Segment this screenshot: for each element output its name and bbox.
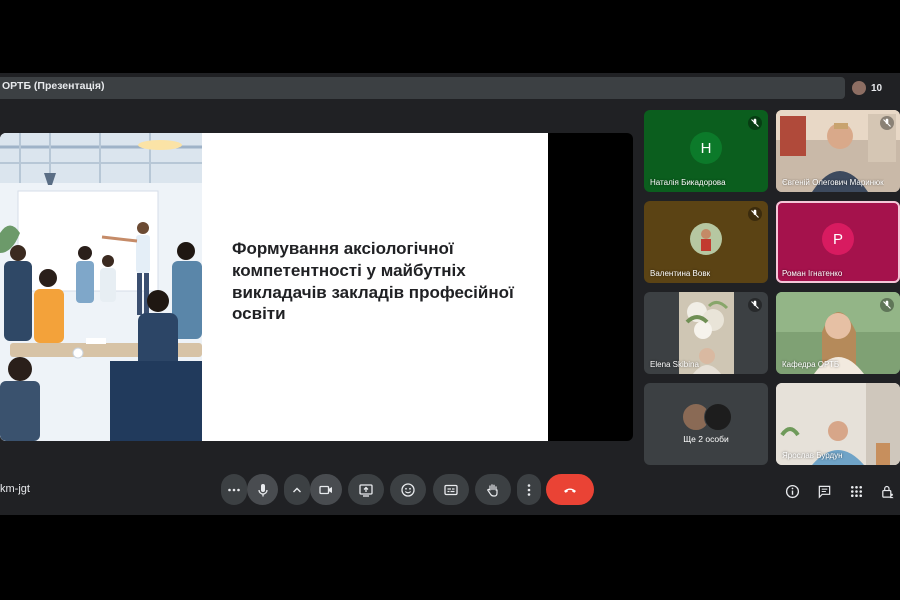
meeting-code: km-jgt — [0, 483, 30, 495]
chevron-up-icon — [293, 487, 301, 492]
leave-call-button[interactable] — [546, 474, 594, 505]
mic-off-icon — [748, 207, 762, 221]
participant-tile[interactable]: Валентина Вовк — [644, 201, 768, 283]
host-controls-button[interactable] — [876, 480, 898, 502]
reactions-button[interactable] — [390, 474, 426, 505]
grid-icon — [850, 485, 862, 497]
meet-window: ОРТБ (Презентація) 10 Формування аксіоло… — [0, 73, 900, 515]
more-horizontal-icon — [228, 488, 240, 491]
more-participants-label: Ще 2 особи — [683, 434, 729, 444]
participant-tile[interactable]: Р Роман Ігнатенко — [776, 201, 900, 283]
participant-name: Ярослав Бурдун — [782, 451, 843, 460]
participant-avatar: Р — [822, 223, 854, 255]
chat-icon — [818, 485, 830, 499]
participant-tile[interactable]: Ярослав Бурдун — [776, 383, 900, 465]
microphone-button[interactable] — [247, 474, 278, 505]
presentation-area[interactable]: Формування аксіологічної компетентності … — [0, 133, 633, 441]
presentation-title-bar: ОРТБ (Презентація) — [0, 77, 845, 99]
emoji-icon — [401, 482, 415, 497]
participant-tile[interactable]: Н Наталія Бикадорова — [644, 110, 768, 192]
slide-title: Формування аксіологічної компетентності … — [232, 239, 514, 324]
slide: Формування аксіологічної компетентності … — [0, 133, 548, 441]
participant-tile[interactable]: Elena Skibina — [644, 292, 768, 374]
camera-button[interactable] — [310, 474, 342, 505]
activities-button[interactable] — [845, 480, 867, 502]
raise-hand-button[interactable] — [475, 474, 511, 505]
more-options-button[interactable] — [221, 474, 247, 505]
hand-icon — [486, 483, 498, 497]
meeting-info-button[interactable] — [781, 480, 803, 502]
chat-button[interactable] — [813, 480, 835, 502]
participant-avatar-icon — [852, 81, 866, 95]
present-screen-icon — [359, 483, 373, 497]
lock-person-icon — [881, 485, 894, 498]
info-icon — [785, 484, 799, 498]
participant-avatar — [704, 403, 732, 431]
more-participants-tile[interactable]: Ще 2 особи — [644, 383, 768, 465]
camera-options-button[interactable] — [284, 474, 310, 505]
captions-icon — [444, 484, 458, 495]
camera-icon — [319, 485, 332, 494]
mic-off-icon — [880, 116, 894, 130]
presentation-title: ОРТБ (Презентація) — [2, 80, 105, 92]
participant-tile[interactable]: Євгеній Олегович Маринюк — [776, 110, 900, 192]
participant-tile[interactable]: Кафедра ОРТБ — [776, 292, 900, 374]
present-screen-button[interactable] — [348, 474, 384, 505]
slide-illustration — [0, 133, 202, 441]
participant-name: Elena Skibina — [650, 360, 699, 369]
participant-avatar — [690, 223, 722, 255]
more-vertical-icon — [527, 483, 531, 496]
more-actions-button[interactable] — [517, 474, 541, 505]
participant-count: 10 — [871, 82, 883, 94]
mic-off-icon — [748, 116, 762, 130]
participant-name: Роман Ігнатенко — [782, 269, 843, 278]
participant-name: Валентина Вовк — [650, 269, 711, 278]
participant-name: Євгеній Олегович Маринюк — [782, 178, 884, 187]
mic-off-icon — [748, 298, 762, 312]
participant-name: Кафедра ОРТБ — [782, 360, 840, 369]
microphone-icon — [257, 483, 268, 496]
meeting-controls: km-jgt — [0, 471, 900, 511]
mic-off-icon — [880, 298, 894, 312]
captions-button[interactable] — [433, 474, 469, 505]
participant-avatar: Н — [690, 132, 722, 164]
hang-up-icon — [564, 488, 576, 493]
participant-name: Наталія Бикадорова — [650, 178, 726, 187]
participants-button[interactable]: 10 — [852, 76, 898, 100]
